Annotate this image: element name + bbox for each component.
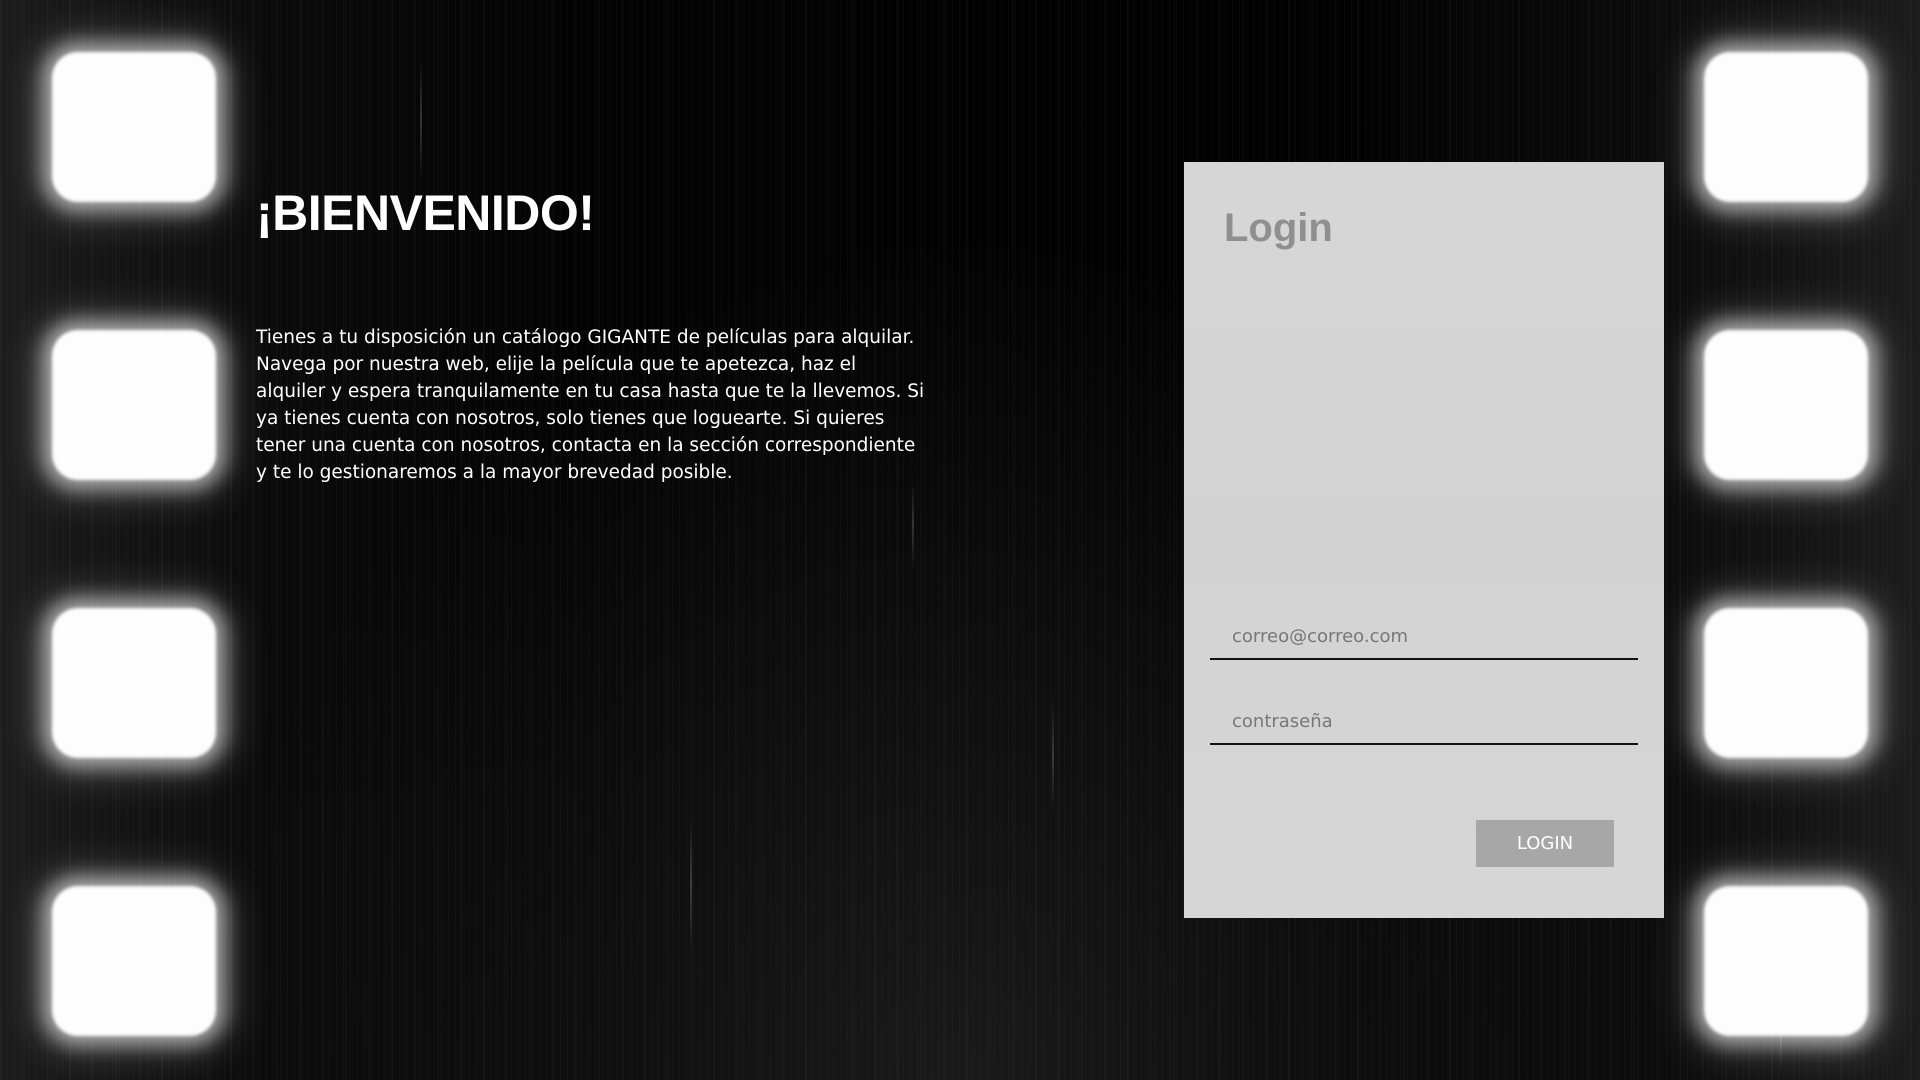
film-perforation bbox=[52, 330, 216, 480]
film-scratch bbox=[912, 480, 914, 570]
welcome-description: Tienes a tu disposición un catálogo GIGA… bbox=[256, 327, 925, 483]
welcome-title: ¡BIENVENIDO! bbox=[256, 185, 595, 241]
film-perforation bbox=[1704, 330, 1868, 480]
film-perforation bbox=[52, 886, 216, 1036]
film-strip-background: ¡BIENVENIDO! Tienes a tu disposición un … bbox=[0, 0, 1920, 1080]
login-panel: Login LOGIN bbox=[1184, 162, 1664, 918]
login-title: Login bbox=[1224, 206, 1333, 250]
film-scratch bbox=[1052, 700, 1054, 810]
film-perforation bbox=[1704, 608, 1868, 758]
film-perforation bbox=[52, 52, 216, 202]
film-perforation bbox=[52, 608, 216, 758]
film-scratch bbox=[690, 820, 692, 950]
email-field[interactable] bbox=[1210, 614, 1638, 660]
film-scratch bbox=[420, 60, 422, 180]
password-field[interactable] bbox=[1210, 699, 1638, 745]
login-button[interactable]: LOGIN bbox=[1476, 820, 1614, 867]
film-perforation bbox=[1704, 52, 1868, 202]
film-perforation bbox=[1704, 886, 1868, 1036]
